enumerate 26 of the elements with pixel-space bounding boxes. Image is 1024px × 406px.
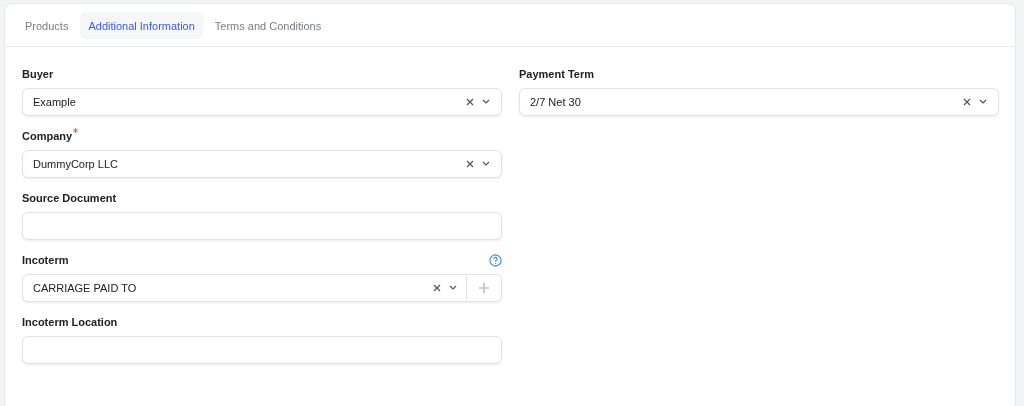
select-field[interactable]: DummyCorp LLC xyxy=(22,150,502,178)
field-label: Source Document xyxy=(22,192,117,204)
select-field[interactable]: Example xyxy=(22,88,502,116)
input-field[interactable] xyxy=(22,336,502,364)
plus-icon xyxy=(479,283,489,293)
select-field[interactable]: CARRIAGE PAID TO xyxy=(22,274,502,302)
select-value: CARRIAGE PAID TO xyxy=(32,282,138,294)
select-value: Example xyxy=(32,96,77,108)
clear-icon[interactable] xyxy=(962,97,972,107)
help-icon[interactable] xyxy=(489,253,502,267)
field-label: Incoterm xyxy=(22,254,69,266)
field-label: Payment Term xyxy=(519,68,594,80)
clear-icon[interactable] xyxy=(465,159,475,169)
tab[interactable]: Additional Information xyxy=(80,12,203,39)
input-field[interactable] xyxy=(22,212,502,240)
field-label: Incoterm Location xyxy=(22,316,118,328)
select-value: 2/7 Net 30 xyxy=(529,96,582,108)
tab[interactable]: Products xyxy=(17,12,77,39)
field-label: Buyer xyxy=(22,68,54,80)
tab[interactable]: Terms and Conditions xyxy=(206,12,330,39)
required-icon xyxy=(73,128,79,133)
field-label: Company xyxy=(22,130,79,142)
clear-icon[interactable] xyxy=(465,97,475,107)
select-field[interactable]: 2/7 Net 30 xyxy=(519,88,999,116)
clear-icon[interactable] xyxy=(432,283,442,293)
select-value: DummyCorp LLC xyxy=(32,158,119,170)
